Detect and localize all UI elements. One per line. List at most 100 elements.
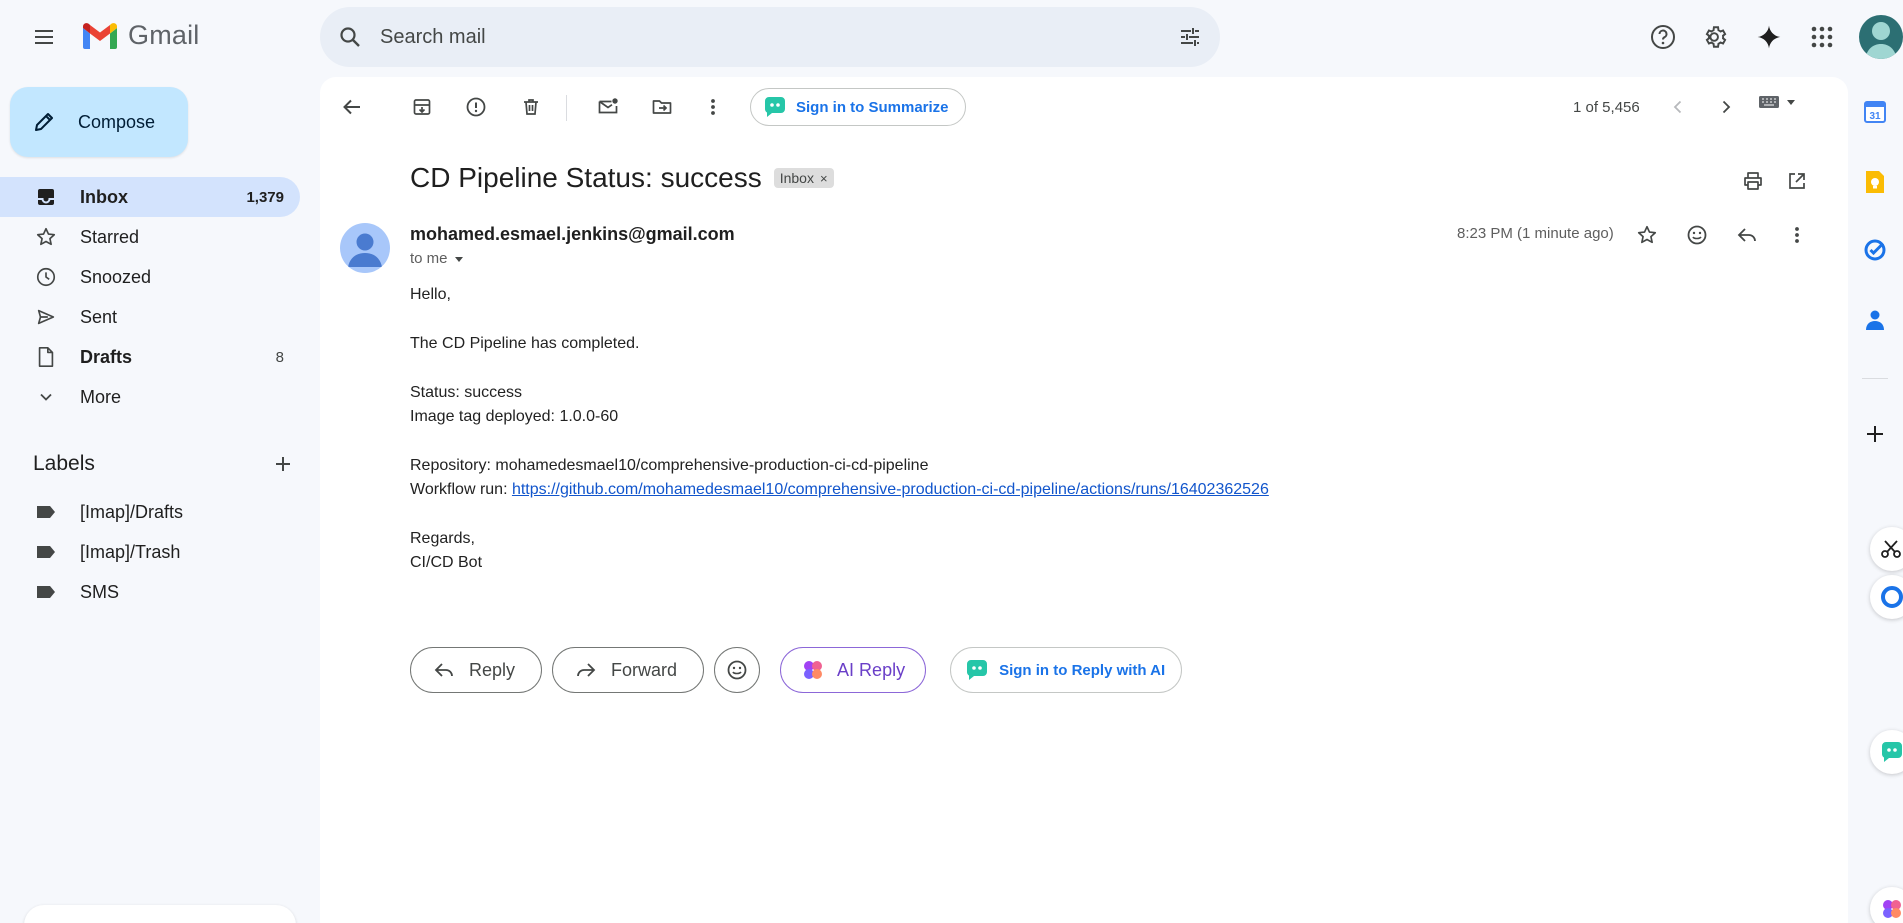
contacts-person-icon — [1866, 310, 1884, 330]
sidebar-nav: Inbox 1,379 Starred Snoozed Sent Drafts … — [0, 177, 300, 417]
caret-down-icon — [1787, 100, 1795, 105]
delete-button[interactable] — [511, 87, 551, 127]
label-item-sms[interactable]: SMS — [0, 572, 300, 612]
emoji-reaction-button[interactable] — [714, 647, 761, 693]
message-more-button[interactable] — [1777, 215, 1817, 255]
report-spam-button[interactable] — [456, 87, 496, 127]
sidebar-item-sent[interactable]: Sent — [0, 297, 300, 337]
reply-button[interactable]: Reply — [410, 647, 543, 693]
print-all-button[interactable] — [1733, 161, 1773, 201]
sidebar-item-more[interactable]: More — [0, 377, 300, 417]
arrow-back-icon — [343, 99, 360, 115]
get-addons-button[interactable] — [1860, 419, 1890, 449]
recipient-details[interactable]: to me — [410, 250, 464, 267]
account-avatar[interactable] — [1859, 15, 1903, 59]
add-reaction-button[interactable] — [1677, 215, 1717, 255]
workflow-run-link[interactable]: https://github.com/mohamedesmael10/compr… — [512, 481, 1269, 498]
mark-unread-button[interactable] — [588, 87, 628, 127]
side-panel-divider — [1862, 378, 1888, 379]
gemini-button[interactable] — [1744, 12, 1794, 62]
open-new-window-button[interactable] — [1777, 161, 1817, 201]
input-tools-button[interactable] — [1758, 95, 1796, 109]
remove-label-button[interactable]: × — [820, 171, 828, 186]
body-blank-line — [410, 356, 1269, 380]
search-input[interactable] — [380, 25, 1160, 49]
compose-button[interactable]: Compose — [10, 87, 188, 157]
search-bar[interactable] — [320, 7, 1220, 67]
gemini-chat-extension-button[interactable] — [1870, 730, 1903, 774]
reply-icon-button[interactable] — [1727, 215, 1767, 255]
sidebar-item-starred[interactable]: Starred — [0, 217, 300, 257]
tune-icon — [1181, 28, 1199, 46]
gmail-logo[interactable]: Gmail — [80, 20, 200, 51]
plus-icon — [276, 457, 290, 471]
create-label-button[interactable] — [273, 454, 293, 474]
sign-in-reply-ai-button[interactable]: Sign in to Reply with AI — [950, 647, 1183, 693]
gemini-chat-icon — [764, 97, 785, 117]
support-button[interactable] — [1638, 12, 1688, 62]
forward-icon — [577, 663, 596, 677]
google-apps-button[interactable] — [1797, 12, 1847, 62]
move-to-button[interactable] — [642, 87, 682, 127]
labels-list: [Imap]/Drafts [Imap]/Trash SMS — [0, 492, 300, 612]
inbox-icon — [34, 187, 58, 207]
toolbar-divider — [566, 95, 567, 121]
send-icon — [34, 306, 58, 328]
search-icon — [340, 27, 360, 47]
star-message-button[interactable] — [1627, 215, 1667, 255]
emoji-icon — [1687, 225, 1707, 245]
person-icon — [348, 233, 382, 267]
circle-extension-button[interactable] — [1870, 575, 1903, 619]
newer-message-button[interactable] — [1660, 89, 1696, 125]
labels-title: Labels — [33, 452, 95, 475]
label-item-imap-trash[interactable]: [Imap]/Trash — [0, 532, 300, 572]
print-icon — [1744, 172, 1762, 190]
body-image-tag: Image tag deployed: 1.0.0-60 — [410, 408, 619, 425]
compose-label: Compose — [78, 111, 156, 132]
tasks-app-button[interactable] — [1860, 235, 1890, 265]
forward-button[interactable]: Forward — [552, 647, 705, 693]
sidebar-item-label: Starred — [80, 226, 140, 247]
back-to-inbox-button[interactable] — [332, 87, 372, 127]
settings-button[interactable] — [1691, 12, 1741, 62]
ai-brain-extension-button[interactable] — [1870, 887, 1903, 923]
main-menu-button[interactable] — [20, 17, 68, 57]
label-name: [Imap]/Trash — [80, 541, 181, 562]
more-options-button[interactable] — [693, 87, 733, 127]
body-workflow-run: Workflow run: https://github.com/mohamed… — [410, 478, 1269, 502]
top-right-icons — [1635, 12, 1903, 62]
reply-actions: Reply Forward AI Reply Sign in to Reply … — [410, 647, 1183, 693]
older-message-button[interactable] — [1708, 89, 1744, 125]
subject-row: CD Pipeline Status: success Inbox × — [410, 162, 834, 194]
ai-reply-button[interactable]: AI Reply — [780, 647, 927, 693]
sender-email[interactable]: mohamed.esmael.jenkins@gmail.com — [410, 224, 735, 245]
sender-avatar[interactable] — [340, 223, 390, 273]
body-repository: Repository: mohamedesmael10/comprehensiv… — [410, 456, 929, 474]
bottom-status-pill[interactable] — [24, 905, 296, 923]
archive-button[interactable] — [402, 87, 442, 127]
star-icon — [34, 226, 58, 248]
sidebar-item-inbox[interactable]: Inbox 1,379 — [0, 177, 300, 217]
labels-header: Labels — [33, 452, 293, 476]
contacts-app-button[interactable] — [1860, 305, 1890, 335]
label-name: [Imap]/Drafts — [80, 501, 184, 522]
more-vert-icon — [711, 99, 715, 115]
search-button[interactable] — [320, 7, 380, 67]
scissors-extension-button[interactable] — [1870, 527, 1903, 571]
summarize-label: Sign in to Summarize — [796, 98, 949, 116]
message-body: Hello, The CD Pipeline has completed. St… — [410, 283, 1269, 576]
calendar-app-button[interactable]: 31 — [1860, 97, 1890, 127]
reply-icon — [434, 663, 453, 677]
label-item-imap-drafts[interactable]: [Imap]/Drafts — [0, 492, 300, 532]
search-options-button[interactable] — [1160, 7, 1220, 67]
sidebar-item-snoozed[interactable]: Snoozed — [0, 257, 300, 297]
sign-in-summarize-button[interactable]: Sign in to Summarize — [750, 88, 966, 126]
sidebar-item-label: Drafts — [80, 346, 133, 367]
sidebar-item-drafts[interactable]: Drafts 8 — [0, 337, 300, 377]
caret-down-icon — [454, 256, 463, 262]
reply-icon — [1737, 228, 1756, 242]
gmail-m-icon — [83, 22, 117, 49]
keep-app-button[interactable] — [1860, 167, 1890, 197]
calendar-day: 31 — [1869, 111, 1881, 122]
spam-icon — [466, 97, 486, 117]
